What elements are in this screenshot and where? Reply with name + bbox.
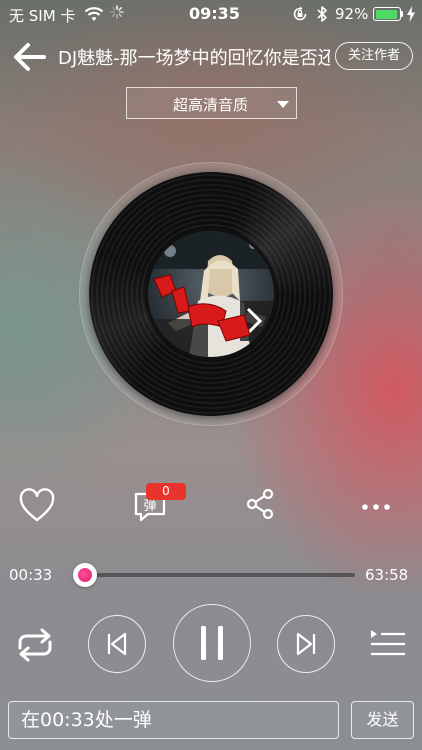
- battery-icon: [373, 7, 401, 21]
- skip-previous-icon: [107, 632, 127, 656]
- carrier-label: 无 SIM 卡: [9, 7, 76, 25]
- danmu-count-badge: 0: [146, 483, 186, 500]
- next-track-button[interactable]: [277, 615, 335, 673]
- share-icon[interactable]: [245, 488, 275, 520]
- bluetooth-icon: [317, 6, 327, 22]
- skip-next-icon: [296, 632, 316, 656]
- battery-cap: [401, 11, 403, 17]
- repeat-icon[interactable]: [12, 628, 58, 662]
- play-pause-button[interactable]: [173, 604, 251, 682]
- battery-percent: 92%: [335, 5, 369, 23]
- wifi-icon: [84, 7, 104, 21]
- heart-icon[interactable]: [18, 488, 56, 524]
- danmu-icon-text: 弹: [143, 499, 156, 514]
- follow-author-button[interactable]: 关注作者: [335, 42, 413, 70]
- send-button[interactable]: 发送: [351, 701, 414, 739]
- progress-track[interactable]: [74, 573, 355, 577]
- current-time: 00:33: [9, 566, 53, 584]
- audio-quality-label: 超高清音质: [173, 96, 249, 114]
- total-time: 63:58: [365, 566, 409, 584]
- back-arrow-icon[interactable]: [10, 40, 50, 74]
- clock: 09:35: [189, 4, 240, 23]
- charging-bolt-icon: [407, 6, 415, 22]
- caret-down-icon: [277, 101, 289, 108]
- song-title: DJ魅魅-那一场梦中的回忆你是否还: [58, 48, 330, 69]
- activity-spinner-icon: [110, 5, 124, 19]
- pause-icon: [201, 626, 223, 660]
- album-cover-image: [145, 228, 277, 360]
- orientation-lock-icon: [293, 6, 307, 21]
- more-dots-icon[interactable]: [360, 500, 392, 514]
- audio-quality-select[interactable]: 超高清音质: [126, 87, 297, 119]
- status-bar: 无 SIM 卡 09:35 92%: [0, 0, 422, 30]
- danmu-input[interactable]: [8, 701, 339, 739]
- playlist-icon[interactable]: [369, 628, 407, 660]
- previous-track-button[interactable]: [88, 615, 146, 673]
- progress-thumb[interactable]: [72, 563, 97, 587]
